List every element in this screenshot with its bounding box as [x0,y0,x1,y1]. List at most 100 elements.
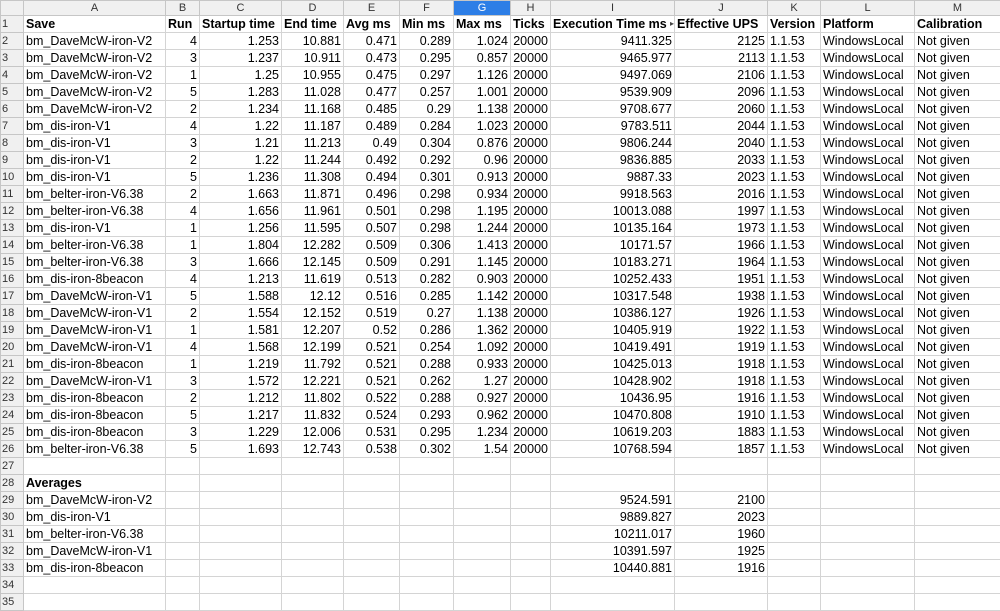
table-cell[interactable]: 9465.977 [550,49,675,67]
empty-cell[interactable] [674,576,768,594]
table-cell[interactable]: 0.282 [399,270,454,288]
table-cell[interactable]: 1.27 [453,372,511,390]
table-cell[interactable]: 12.152 [281,304,344,322]
empty-cell[interactable] [399,474,454,492]
table-cell[interactable]: 5 [165,406,200,424]
table-cell[interactable]: 0.254 [399,338,454,356]
table-cell[interactable]: WindowsLocal [820,202,915,220]
table-cell[interactable]: 0.293 [399,406,454,424]
empty-cell[interactable] [550,474,675,492]
table-cell[interactable]: 1.25 [199,66,282,84]
table-cell[interactable]: 0.298 [399,219,454,237]
table-cell[interactable]: 5 [165,440,200,458]
table-cell[interactable]: 10183.271 [550,253,675,271]
table-cell[interactable]: WindowsLocal [820,270,915,288]
table-cell[interactable]: WindowsLocal [820,372,915,390]
empty-cell[interactable] [199,474,282,492]
table-cell[interactable]: 12.282 [281,236,344,254]
column-header-c[interactable]: C [199,0,282,16]
table-cell[interactable]: 20000 [510,338,551,356]
empty-cell[interactable] [820,593,915,611]
table-cell[interactable]: 20000 [510,83,551,101]
table-cell[interactable]: 10436.95 [550,389,675,407]
row-header-35[interactable]: 35 [0,593,24,611]
table-cell[interactable]: 0.257 [399,83,454,101]
table-cell[interactable]: 0.304 [399,134,454,152]
empty-cell[interactable] [343,525,400,543]
table-cell[interactable]: 20000 [510,287,551,305]
header-cell[interactable]: Ticks [510,15,551,33]
table-cell[interactable]: WindowsLocal [820,168,915,186]
empty-cell[interactable] [199,542,282,560]
table-cell[interactable]: 10317.548 [550,287,675,305]
averages-name-cell[interactable]: bm_dis-iron-V1 [23,508,166,526]
empty-cell[interactable] [820,491,915,509]
table-cell[interactable]: 1.1.53 [767,440,821,458]
table-cell[interactable]: 1.237 [199,49,282,67]
table-cell[interactable]: 1.236 [199,168,282,186]
averages-exec-time-cell[interactable]: 10440.881 [550,559,675,577]
table-cell[interactable]: WindowsLocal [820,66,915,84]
column-header-h[interactable]: H [510,0,551,16]
header-cell[interactable]: Calibration [914,15,1000,33]
averages-ups-cell[interactable]: 2023 [674,508,768,526]
table-cell[interactable]: 10768.594 [550,440,675,458]
header-cell[interactable]: Avg ms [343,15,400,33]
table-cell[interactable]: 0.494 [343,168,400,186]
table-cell[interactable]: 1.666 [199,253,282,271]
row-header-16[interactable]: 16 [0,270,24,288]
empty-cell[interactable] [820,457,915,475]
averages-exec-time-cell[interactable]: 10211.017 [550,525,675,543]
column-header-e[interactable]: E [343,0,400,16]
empty-cell[interactable] [914,457,1000,475]
table-cell[interactable]: 20000 [510,219,551,237]
averages-name-cell[interactable]: bm_DaveMcW-iron-V2 [23,491,166,509]
table-cell[interactable]: 0.288 [399,389,454,407]
empty-cell[interactable] [23,576,166,594]
row-header-12[interactable]: 12 [0,202,24,220]
table-cell[interactable]: 1.1.53 [767,185,821,203]
table-cell[interactable]: 10135.164 [550,219,675,237]
empty-cell[interactable] [199,576,282,594]
table-cell[interactable]: 2033 [674,151,768,169]
table-cell[interactable]: 9918.563 [550,185,675,203]
empty-cell[interactable] [550,593,675,611]
row-header-3[interactable]: 3 [0,49,24,67]
table-cell[interactable]: 1.145 [453,253,511,271]
empty-cell[interactable] [199,491,282,509]
table-cell[interactable]: 1.1.53 [767,202,821,220]
table-cell[interactable]: 0.507 [343,219,400,237]
empty-cell[interactable] [674,457,768,475]
table-cell[interactable]: bm_dis-iron-V1 [23,151,166,169]
table-cell[interactable]: 20000 [510,100,551,118]
table-cell[interactable]: 1.234 [453,423,511,441]
table-cell[interactable]: 4 [165,32,200,50]
table-cell[interactable]: 1.1.53 [767,372,821,390]
table-cell[interactable]: 0.285 [399,287,454,305]
empty-cell[interactable] [820,525,915,543]
table-cell[interactable]: 1.1.53 [767,423,821,441]
table-cell[interactable]: 1.1.53 [767,287,821,305]
table-cell[interactable]: bm_DaveMcW-iron-V2 [23,66,166,84]
table-cell[interactable]: 1964 [674,253,768,271]
empty-cell[interactable] [399,593,454,611]
empty-cell[interactable] [281,559,344,577]
table-cell[interactable]: 0.521 [343,372,400,390]
averages-name-cell[interactable]: bm_belter-iron-V6.38 [23,525,166,543]
table-cell[interactable]: 12.006 [281,423,344,441]
table-cell[interactable]: 0.524 [343,406,400,424]
table-cell[interactable]: 10386.127 [550,304,675,322]
table-cell[interactable]: 4 [165,117,200,135]
empty-cell[interactable] [767,593,821,611]
empty-cell[interactable] [165,491,200,509]
empty-cell[interactable] [343,474,400,492]
table-cell[interactable]: 0.927 [453,389,511,407]
row-header-25[interactable]: 25 [0,423,24,441]
table-cell[interactable]: 11.595 [281,219,344,237]
table-cell[interactable]: 12.199 [281,338,344,356]
row-header-29[interactable]: 29 [0,491,24,509]
table-cell[interactable]: WindowsLocal [820,236,915,254]
empty-cell[interactable] [767,491,821,509]
table-cell[interactable]: 20000 [510,406,551,424]
table-cell[interactable]: 1.22 [199,117,282,135]
